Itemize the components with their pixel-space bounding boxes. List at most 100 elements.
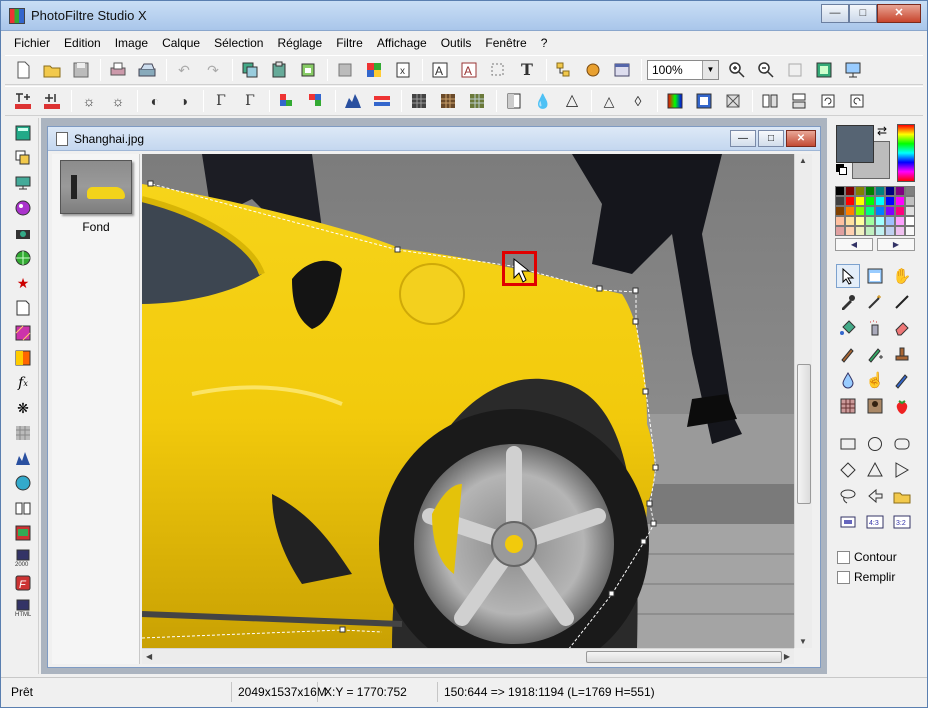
select-icon[interactable] [486,58,510,82]
image-canvas[interactable] [142,154,794,648]
ratio-4-3-icon[interactable]: 4:3 [863,510,887,534]
palette-icon[interactable] [362,58,386,82]
horizontal-scroll-thumb[interactable] [586,651,782,663]
drop-outline-icon[interactable]: △ [560,89,584,113]
brightness-down-icon[interactable]: ☼ [77,89,101,113]
save-icon[interactable] [69,58,93,82]
brush-icon[interactable] [836,342,860,366]
menu-affichage[interactable]: Affichage [370,33,434,53]
menu-reglage[interactable]: Réglage [270,33,329,53]
pattern-brown-icon[interactable] [436,89,460,113]
finger-icon[interactable]: ☝ [863,368,887,392]
stamp-tool-icon[interactable] [890,342,914,366]
ellipse-icon[interactable] [863,432,887,456]
pointer-icon[interactable] [836,264,860,288]
palette-next-icon[interactable]: ▶ [877,238,915,251]
open-folder-icon[interactable] [40,58,64,82]
spray-icon[interactable] [863,316,887,340]
menu-selection[interactable]: Sélection [207,33,270,53]
fullscreen-icon[interactable] [610,58,634,82]
menu-filtre[interactable]: Filtre [329,33,370,53]
contrast-down-icon[interactable]: ◐ [143,89,167,113]
contrast-up-icon[interactable]: ◑ [172,89,196,113]
triangle-icon[interactable] [863,458,887,482]
zoom-select[interactable]: 100% ▼ [647,60,719,80]
gamma-down-icon[interactable]: Γ [209,89,233,113]
close-button[interactable]: ✕ [877,4,921,23]
strawberry-icon[interactable] [890,394,914,418]
text-icon[interactable]: T [515,58,539,82]
slideshow-icon[interactable] [841,58,865,82]
lasso-icon[interactable] [836,484,860,508]
histogram-panel-icon[interactable] [14,449,32,467]
rectangle-icon[interactable] [836,432,860,456]
saturation-up-icon[interactable] [304,89,328,113]
camera-icon[interactable] [14,224,32,242]
rotate-right-icon[interactable] [845,89,869,113]
bubble-icon[interactable] [14,474,32,492]
title-bar[interactable]: PhotoFiltre Studio X — □ ✕ [1,1,927,31]
auto-contrast-icon[interactable] [40,89,64,113]
gamma-up-icon[interactable]: Γ [238,89,262,113]
rounded-rect-icon[interactable] [890,432,914,456]
transform-icon[interactable] [721,89,745,113]
brightness-up-icon[interactable]: ☼ [106,89,130,113]
paste-new-icon[interactable] [296,58,320,82]
paste-icon[interactable] [267,58,291,82]
zoom-fit-icon[interactable] [812,58,836,82]
color-balance-icon[interactable] [370,89,394,113]
horizontal-scrollbar[interactable]: ◀ ▶ [142,648,794,664]
sharpen-icon[interactable] [502,89,526,113]
blur-drop-icon[interactable] [836,368,860,392]
portrait-icon[interactable] [863,394,887,418]
minimize-button[interactable]: — [821,4,849,23]
note-icon[interactable] [14,299,32,317]
new-file-icon[interactable] [11,58,35,82]
color-palette[interactable] [835,186,915,236]
fit-icon[interactable] [783,58,807,82]
triangle-up-icon[interactable]: △ [597,89,621,113]
layers-icon[interactable] [14,149,32,167]
undo-icon[interactable]: ↶ [172,58,196,82]
histogram-icon[interactable] [341,89,365,113]
auto-levels-icon[interactable] [11,89,35,113]
pattern-icon[interactable] [836,394,860,418]
save-2000-icon[interactable]: 2000 [14,549,32,567]
polygon-icon[interactable] [863,484,887,508]
flip-horizontal-icon[interactable] [758,89,782,113]
screen-capture-icon[interactable] [14,524,32,542]
open-shape-icon[interactable] [890,484,914,508]
scroll-down-icon[interactable]: ▼ [799,637,807,646]
advanced-brush-icon[interactable] [863,342,887,366]
doc-minimize-button[interactable]: — [730,130,756,147]
ratio-3-2-icon[interactable]: 3:2 [890,510,914,534]
font-icon[interactable]: F [14,574,32,592]
pattern-olive-icon[interactable] [465,89,489,113]
saturation-down-icon[interactable] [275,89,299,113]
scan-icon[interactable] [135,58,159,82]
monitor-icon[interactable] [14,174,32,192]
flip-vertical-icon[interactable] [787,89,811,113]
vertical-scroll-thumb[interactable] [797,364,811,504]
color-spectrum[interactable] [897,124,915,182]
photo[interactable] [142,154,794,648]
book-icon[interactable] [14,499,32,517]
rotate-left-icon[interactable] [816,89,840,113]
remplir-checkbox[interactable]: Remplir [837,570,895,584]
line-icon[interactable] [890,290,914,314]
doc-maximize-button[interactable]: □ [758,130,784,147]
function-icon[interactable]: fx [14,374,32,392]
folder-tree-icon[interactable] [552,58,576,82]
palette-prev-icon[interactable]: ◀ [835,238,873,251]
mosaic-icon[interactable] [14,424,32,442]
scroll-right-icon[interactable]: ▶ [784,652,790,661]
filter-repeat-icon[interactable]: x [391,58,415,82]
sphere-icon[interactable] [14,199,32,217]
texture-icon[interactable] [14,324,32,342]
eraser-icon[interactable] [890,316,914,340]
foreground-color[interactable] [836,125,874,163]
magic-layer-icon[interactable] [863,264,887,288]
redo-icon[interactable]: ↷ [201,58,225,82]
eyedropper-icon[interactable] [836,290,860,314]
zoom-out-icon[interactable] [754,58,778,82]
